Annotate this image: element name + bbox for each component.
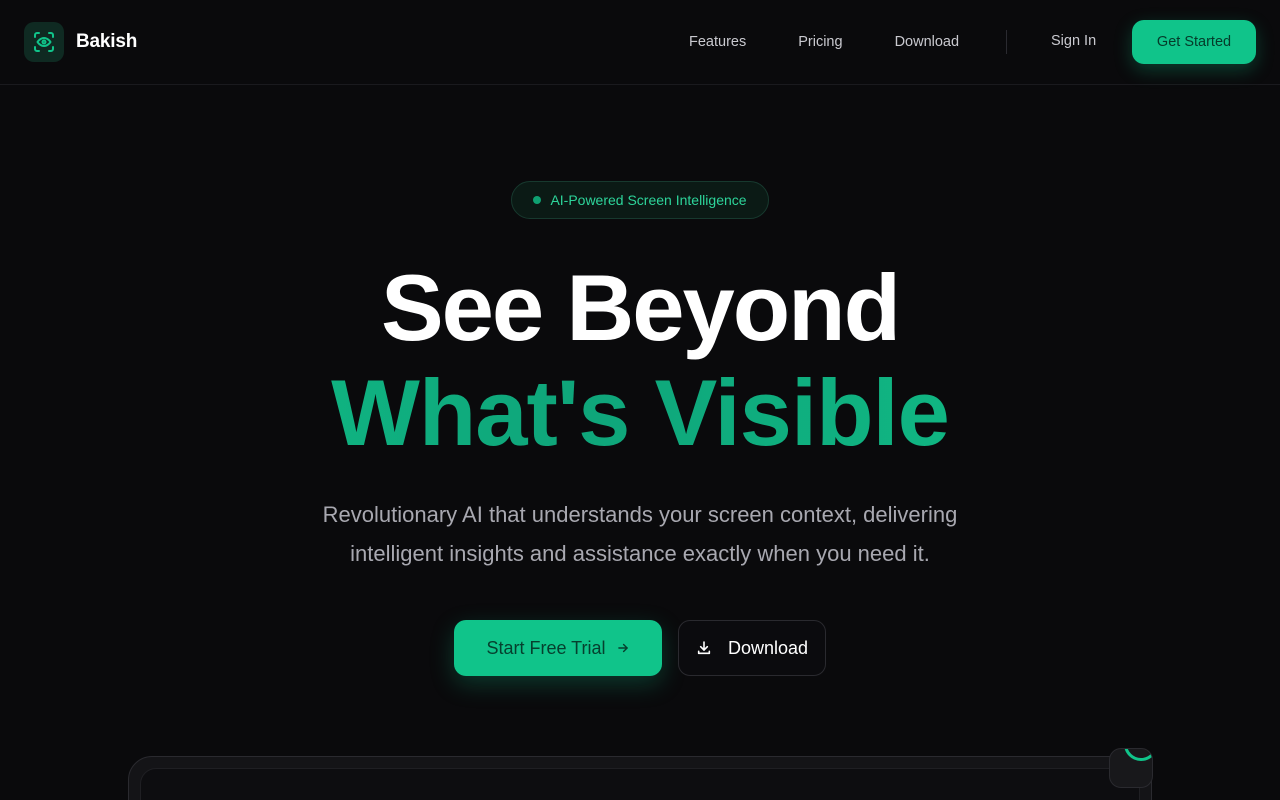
hero-badge: AI-Powered Screen Intelligence (511, 181, 769, 219)
landing-page: Bakish Features Pricing Download Sign In… (0, 0, 1280, 800)
download-button[interactable]: Download (678, 620, 826, 676)
start-free-trial-label: Start Free Trial (486, 637, 606, 658)
download-icon (696, 640, 712, 656)
app-preview-screen (140, 768, 1140, 800)
nav-link-pricing[interactable]: Pricing (798, 34, 842, 50)
sign-in-link[interactable]: Sign In (1051, 33, 1096, 49)
status-dot-icon (533, 196, 542, 204)
nav-divider (1006, 30, 1007, 54)
ring-icon (1124, 749, 1152, 761)
download-label: Download (727, 637, 809, 658)
brand[interactable]: Bakish (24, 22, 137, 62)
hero-subtitle: Revolutionary AI that understands your s… (322, 502, 958, 566)
hero-badge-label: AI-Powered Screen Intelligence (550, 192, 747, 208)
arrow-right-icon (616, 641, 630, 655)
preview-floating-badge (1109, 748, 1153, 788)
get-started-button[interactable]: Get Started (1132, 20, 1256, 64)
nav-links: Features Pricing Download (689, 0, 959, 84)
nav-link-features[interactable]: Features (689, 34, 746, 50)
nav-link-download[interactable]: Download (895, 34, 960, 50)
headline-line-2: What's Visible (0, 363, 1280, 463)
brand-name: Bakish (76, 31, 138, 52)
headline-line-1: See Beyond (380, 255, 901, 360)
eye-scan-icon (24, 22, 64, 62)
start-free-trial-button[interactable]: Start Free Trial (454, 620, 662, 676)
top-nav: Bakish Features Pricing Download Sign In… (0, 0, 1280, 85)
